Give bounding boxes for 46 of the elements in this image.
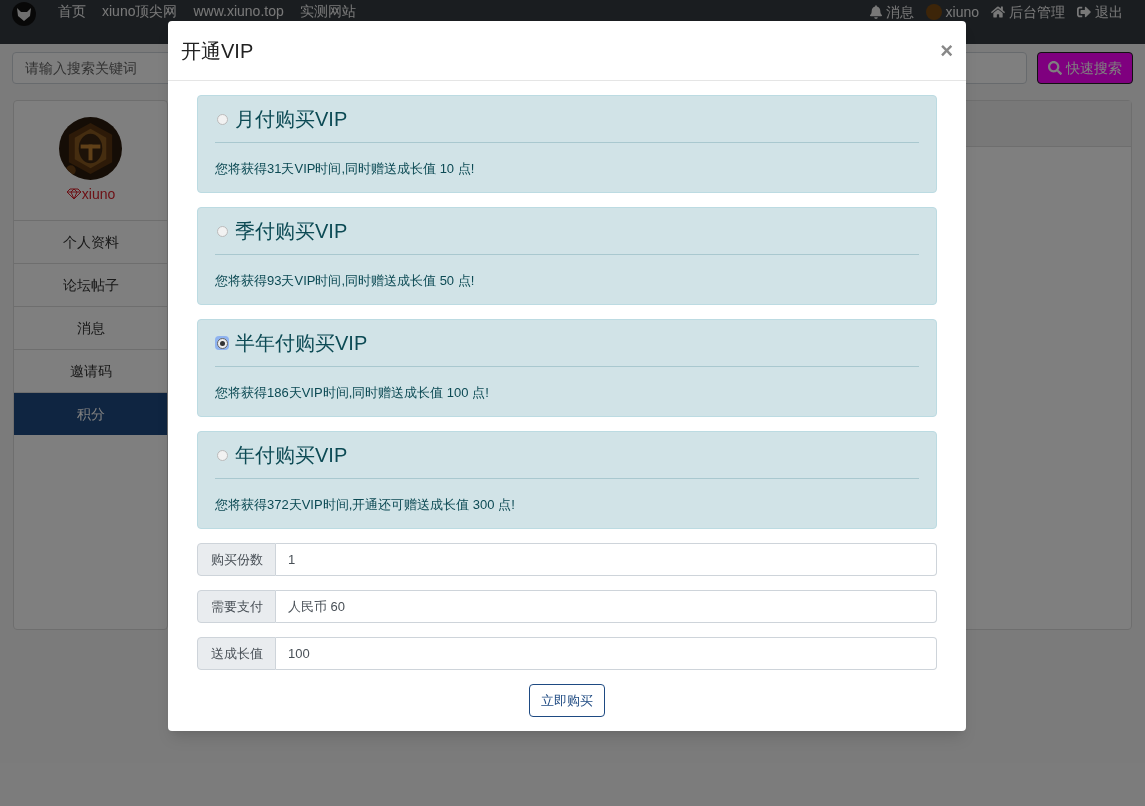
input-field[interactable]: 人民币 60 xyxy=(276,590,937,623)
nav-link[interactable]: www.xiuno.top xyxy=(193,2,284,20)
nav-link[interactable]: 后台管理 xyxy=(1009,3,1065,21)
plan-option[interactable]: 月付购买VIP 您将获得31天VIP时间,同时赠送成长值 10 点! xyxy=(197,95,937,193)
plan-option[interactable]: 季付购买VIP 您将获得93天VIP时间,同时赠送成长值 50 点! xyxy=(197,207,937,305)
nav-link[interactable]: xiuno顶尖网 xyxy=(102,2,178,20)
radio-button[interactable] xyxy=(215,448,229,462)
user-avatar xyxy=(925,4,942,20)
diamond-icon xyxy=(65,188,82,200)
plan-description: 您将获得93天VIP时间,同时赠送成长值 50 点! xyxy=(215,272,476,290)
bell-icon xyxy=(869,5,882,19)
nav-link[interactable]: 退出 xyxy=(1095,3,1123,21)
home-icon xyxy=(991,5,1005,19)
plan-title: 月付购买VIP xyxy=(235,107,348,132)
logout-icon xyxy=(1077,5,1091,19)
field-label: 送成长值 xyxy=(197,637,276,670)
buy-button[interactable]: 立即购买 xyxy=(529,684,605,717)
input-field[interactable]: 1 xyxy=(276,543,937,576)
plan-description: 您将获得186天VIP时间,同时赠送成长值 100 点! xyxy=(215,384,490,402)
search-icon xyxy=(1048,61,1062,75)
plan-title: 年付购买VIP xyxy=(235,443,348,468)
sidebar-item[interactable]: 积分 xyxy=(14,392,167,435)
field-label: 购买份数 xyxy=(197,543,276,576)
search-button[interactable]: 快速搜索 xyxy=(1037,52,1133,84)
sidebar-item[interactable]: 个人资料 xyxy=(14,220,167,263)
dialog-title: 开通VIP xyxy=(181,38,254,64)
field-label: 需要支付 xyxy=(197,590,276,623)
radio-button[interactable] xyxy=(215,336,229,350)
sidebar-item[interactable]: 论坛帖子 xyxy=(14,263,167,306)
username: xiuno xyxy=(81,185,116,204)
nav-link[interactable]: 实测网站 xyxy=(299,2,356,20)
sidebar-item[interactable]: 消息 xyxy=(14,306,167,349)
plan-title: 半年付购买VIP xyxy=(235,331,368,356)
nav-link[interactable]: xiuno xyxy=(945,3,979,21)
plan-option[interactable]: 年付购买VIP 您将获得372天VIP时间,开通还可赠送成长值 300 点! xyxy=(197,431,937,529)
logo-icon xyxy=(12,2,36,26)
radio-button[interactable] xyxy=(215,224,229,238)
plan-option[interactable]: 半年付购买VIP 您将获得186天VIP时间,同时赠送成长值 100 点! xyxy=(197,319,937,417)
plan-title: 季付购买VIP xyxy=(235,219,348,244)
plan-description: 您将获得372天VIP时间,开通还可赠送成长值 300 点! xyxy=(215,496,516,514)
nav-link[interactable]: 消息 xyxy=(885,3,914,21)
input-field[interactable]: 100 xyxy=(276,637,937,670)
close-button[interactable]: × xyxy=(940,39,953,62)
plan-description: 您将获得31天VIP时间,同时赠送成长值 10 点! xyxy=(215,160,476,178)
radio-button[interactable] xyxy=(215,112,229,126)
nav-link[interactable]: 首页 xyxy=(58,2,86,20)
